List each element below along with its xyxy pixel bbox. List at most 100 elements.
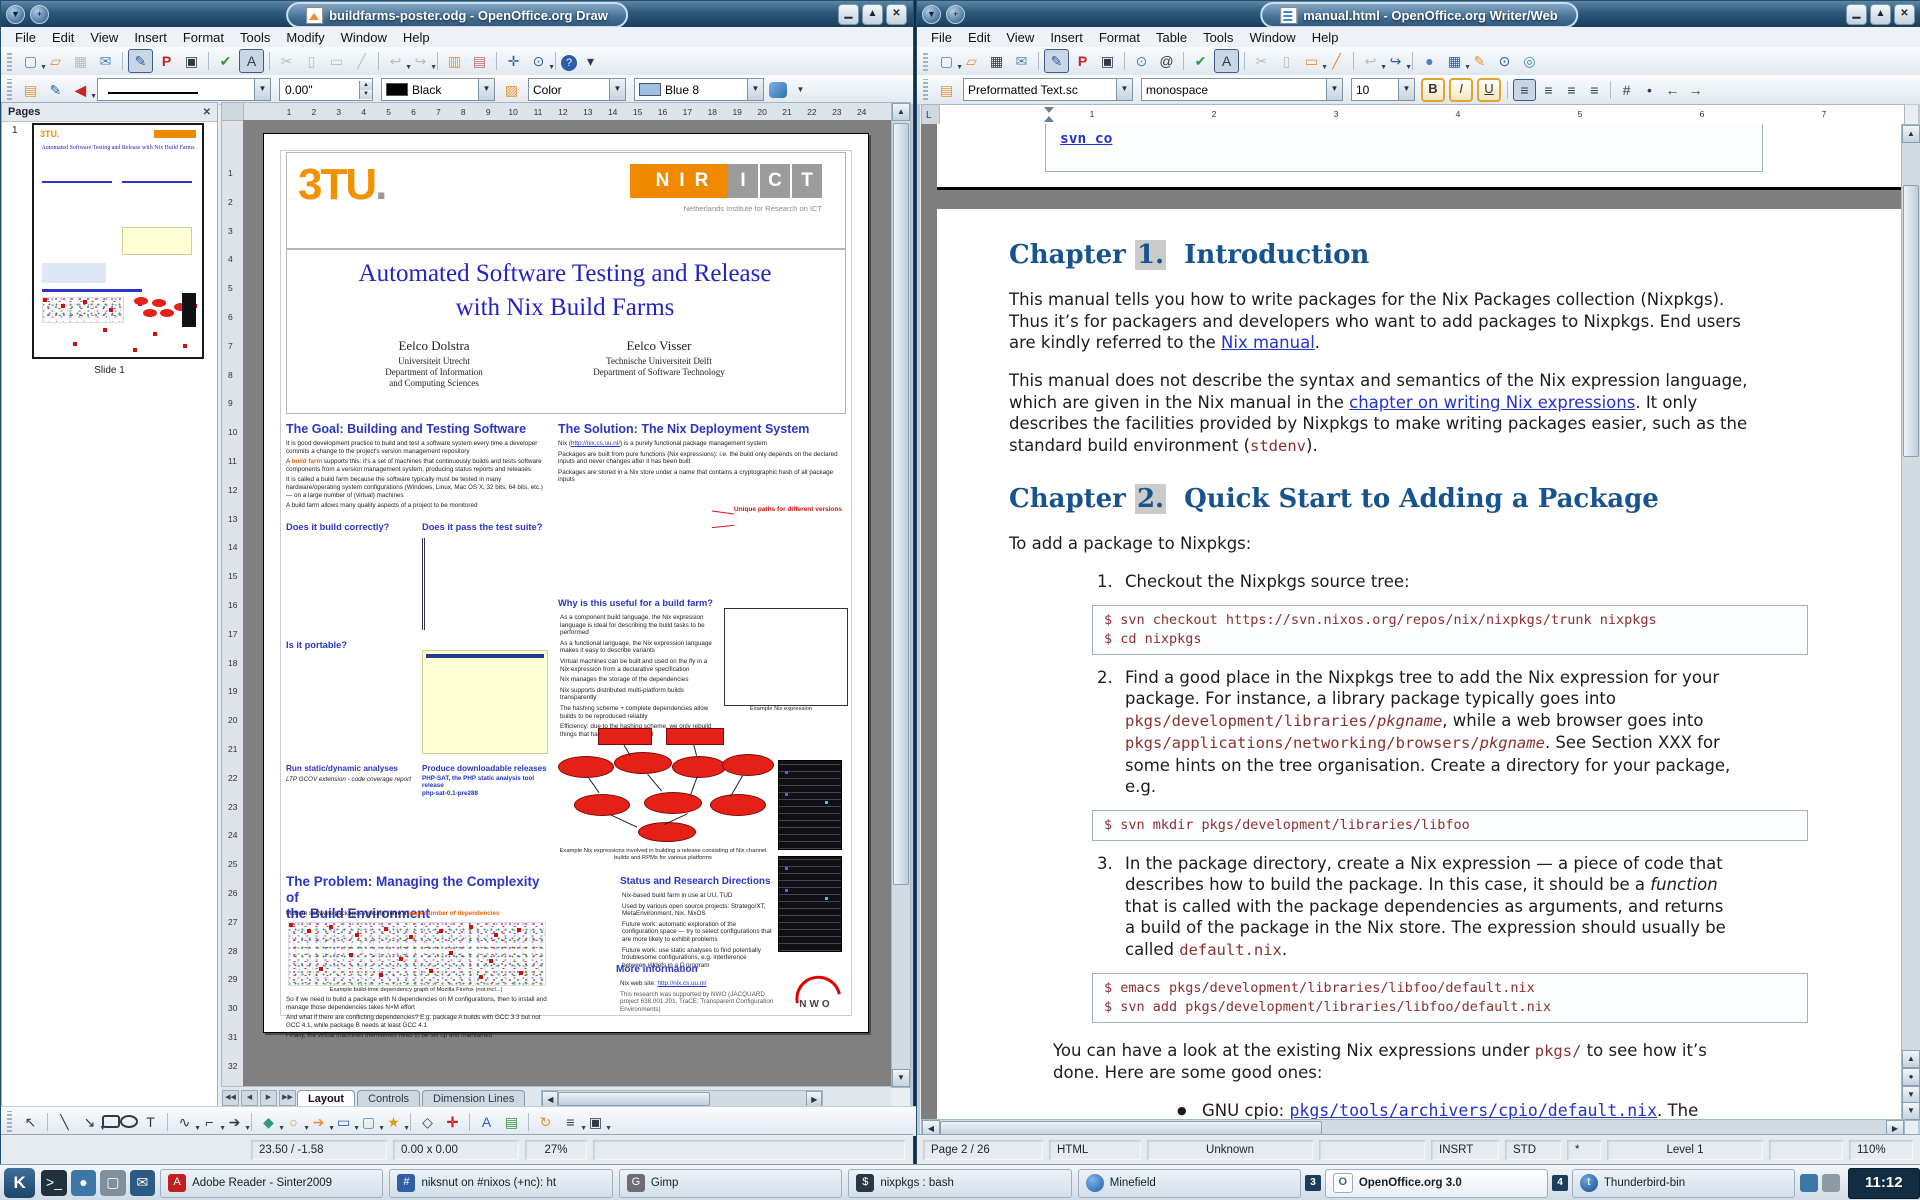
undo-icon[interactable]: ↩▼ — [384, 50, 407, 72]
link[interactable]: chapter on writing Nix expressions — [1349, 393, 1635, 412]
k-menu-icon[interactable]: K — [4, 1168, 35, 1198]
draw-vertical-scrollbar[interactable]: ▲ ▼ — [891, 102, 911, 1088]
poster-page[interactable]: 3TU. NIR I C T Netherlands Institute for… — [263, 133, 869, 1033]
menu-item[interactable]: Help — [1304, 29, 1347, 46]
edit-points-icon[interactable]: ✎ — [44, 79, 67, 101]
writer-ruler[interactable]: 1234567 — [939, 104, 1905, 125]
show-draw-functions-icon[interactable]: ✎ — [1468, 50, 1491, 72]
tab-layout[interactable]: Layout — [297, 1090, 355, 1107]
format-paintbrush-icon[interactable]: ╱ — [1325, 50, 1348, 72]
link[interactable]: http://nix.cs.uu.nl/ — [571, 440, 620, 447]
line-color-combo[interactable]: Black▼ — [381, 78, 495, 101]
paragraph-style-combo[interactable]: Preformatted Text.sc▼ — [963, 78, 1133, 101]
page-2[interactable]: Chapter 1. Introduction This manual tell… — [937, 209, 1903, 1119]
slide-thumbnail[interactable]: 3TU. Automated Software Testing and Rele… — [32, 123, 204, 359]
spellcheck-icon[interactable]: ✔ — [1189, 50, 1212, 72]
taskbar-button-gimp[interactable]: GGimp — [619, 1169, 842, 1198]
symbol-shapes-icon[interactable]: ○▼ — [282, 1111, 305, 1133]
menu-item[interactable]: Insert — [126, 29, 175, 46]
undo-icon[interactable]: ↩▼ — [1359, 50, 1382, 72]
fontwork-icon[interactable]: A — [475, 1111, 498, 1133]
menu-item[interactable]: Format — [1091, 29, 1148, 46]
bold-button[interactable]: B — [1421, 78, 1445, 102]
zoom-level[interactable]: 110% — [1849, 1140, 1913, 1160]
cut-icon[interactable]: ✂ — [1250, 50, 1273, 72]
cut-icon[interactable]: ✂ — [275, 50, 298, 72]
insert-picture-icon[interactable]: ▤ — [500, 1111, 523, 1133]
line-style-combo[interactable]: ▼ — [97, 78, 271, 101]
next-tab-icon[interactable]: ▶ — [260, 1090, 277, 1106]
paste-icon[interactable]: ▭▼ — [1300, 50, 1323, 72]
arrow-shapes-icon[interactable]: ➔▼ — [307, 1111, 330, 1133]
gallery-icon[interactable]: ▤ — [468, 50, 491, 72]
chevron-down-icon[interactable]: ▼ — [609, 79, 625, 100]
zoom-level[interactable]: 27% — [525, 1140, 587, 1160]
terminal-launcher-icon[interactable]: >_ — [41, 1170, 66, 1196]
autospellcheck-icon[interactable]: A — [239, 49, 264, 73]
edit-file-icon[interactable]: ✎ — [128, 49, 153, 73]
taskbar-button-adobe-reader[interactable]: AAdobe Reader - Sinter2009 — [160, 1169, 383, 1198]
align-right-button[interactable]: ≡ — [1561, 80, 1582, 100]
menu-item[interactable]: Format — [175, 29, 232, 46]
show-desktop-icon[interactable]: ▢ — [100, 1170, 125, 1196]
spellcheck-icon[interactable]: ✔ — [214, 50, 237, 72]
copy-icon[interactable]: ▯ — [1275, 50, 1298, 72]
chevron-down-icon[interactable]: ▼ — [478, 79, 494, 100]
toolbar-grip[interactable] — [7, 1111, 12, 1131]
menu-item[interactable]: View — [998, 29, 1042, 46]
area-style-icon[interactable]: ▨ — [500, 79, 523, 101]
ellipse-icon[interactable] — [120, 1115, 138, 1128]
open-icon[interactable]: ▱ — [960, 50, 983, 72]
fill-type-combo[interactable]: Color▼ — [528, 78, 626, 101]
table-icon[interactable]: ▦▼ — [1443, 50, 1466, 72]
curve-icon[interactable]: ∿▼ — [173, 1111, 196, 1133]
scroll-right-icon[interactable]: ▶ — [806, 1091, 822, 1107]
autospellcheck-icon[interactable]: A — [1214, 49, 1239, 73]
arrange-icon[interactable]: ▣▼ — [584, 1111, 607, 1133]
connector-icon[interactable]: ⌐▼ — [198, 1111, 221, 1133]
stars-icon[interactable]: ★▼ — [382, 1111, 405, 1133]
open-icon[interactable]: ▱ — [44, 50, 67, 72]
taskbar-button-openoffice[interactable]: OOpenOffice.org 3.0 — [1325, 1169, 1548, 1198]
italic-button[interactable]: I — [1449, 78, 1473, 102]
align-justified-button[interactable]: ≡ — [1584, 80, 1605, 100]
tab-dimension-lines[interactable]: Dimension Lines — [422, 1090, 525, 1107]
maximize-button[interactable]: ▲ — [862, 4, 883, 25]
menu-item[interactable]: Tools — [232, 29, 278, 46]
taskbar-button-irc[interactable]: #niksnut on #nixos (+nc): ht — [389, 1169, 612, 1198]
tab-controls[interactable]: Controls — [357, 1090, 420, 1107]
mail-icon[interactable]: @ — [1155, 50, 1178, 72]
code-link[interactable]: svn co — [1060, 131, 1112, 147]
copy-icon[interactable]: ▯ — [300, 50, 323, 72]
snap-lines-icon[interactable]: ◀▼ — [69, 79, 92, 101]
indent-marker-top[interactable] — [1044, 107, 1054, 113]
scroll-down-icon[interactable]: ▼ — [892, 1069, 910, 1087]
line-width-spinner[interactable]: 0.00"▲▼ — [279, 78, 373, 101]
tab-type-selector[interactable]: L — [921, 104, 941, 125]
clock[interactable]: 11:12 — [1848, 1168, 1920, 1199]
draw-canvas[interactable]: 3TU. NIR I C T Netherlands Institute for… — [243, 120, 891, 1086]
print-icon[interactable]: ▣ — [1096, 50, 1119, 72]
numbered-list-button[interactable]: # — [1616, 80, 1637, 100]
last-tab-icon[interactable]: ▶▶ — [279, 1090, 296, 1106]
menu-item[interactable]: Help — [395, 29, 438, 46]
decrease-indent-button[interactable]: ← — [1662, 80, 1683, 100]
help-icon[interactable]: ? — [561, 55, 577, 71]
close-button[interactable]: ✕ — [886, 4, 907, 25]
prev-tab-icon[interactable]: ◀ — [241, 1090, 258, 1106]
chevron-down-icon[interactable]: ▼ — [1398, 79, 1414, 100]
font-name-combo[interactable]: monospace▼ — [1141, 78, 1343, 101]
styles-icon[interactable]: ▤ — [935, 79, 958, 101]
minimize-button[interactable]: ▁ — [838, 4, 859, 25]
export-pdf-icon[interactable]: P — [155, 50, 178, 72]
navigation-icon[interactable]: ● — [1902, 1068, 1920, 1086]
insert-mode[interactable]: INSRT — [1431, 1140, 1499, 1160]
menu-item[interactable]: File — [7, 29, 44, 46]
first-tab-icon[interactable]: ◀◀ — [222, 1090, 239, 1106]
menu-item[interactable]: Edit — [44, 29, 82, 46]
menu-item[interactable]: File — [923, 29, 960, 46]
menu-item[interactable]: Table — [1148, 29, 1195, 46]
writer-titlebar[interactable]: ▼ + manual.html - OpenOffice.org Writer/… — [917, 1, 1920, 27]
menu-item[interactable]: Insert — [1042, 29, 1091, 46]
close-button[interactable]: ✕ — [1894, 4, 1915, 25]
